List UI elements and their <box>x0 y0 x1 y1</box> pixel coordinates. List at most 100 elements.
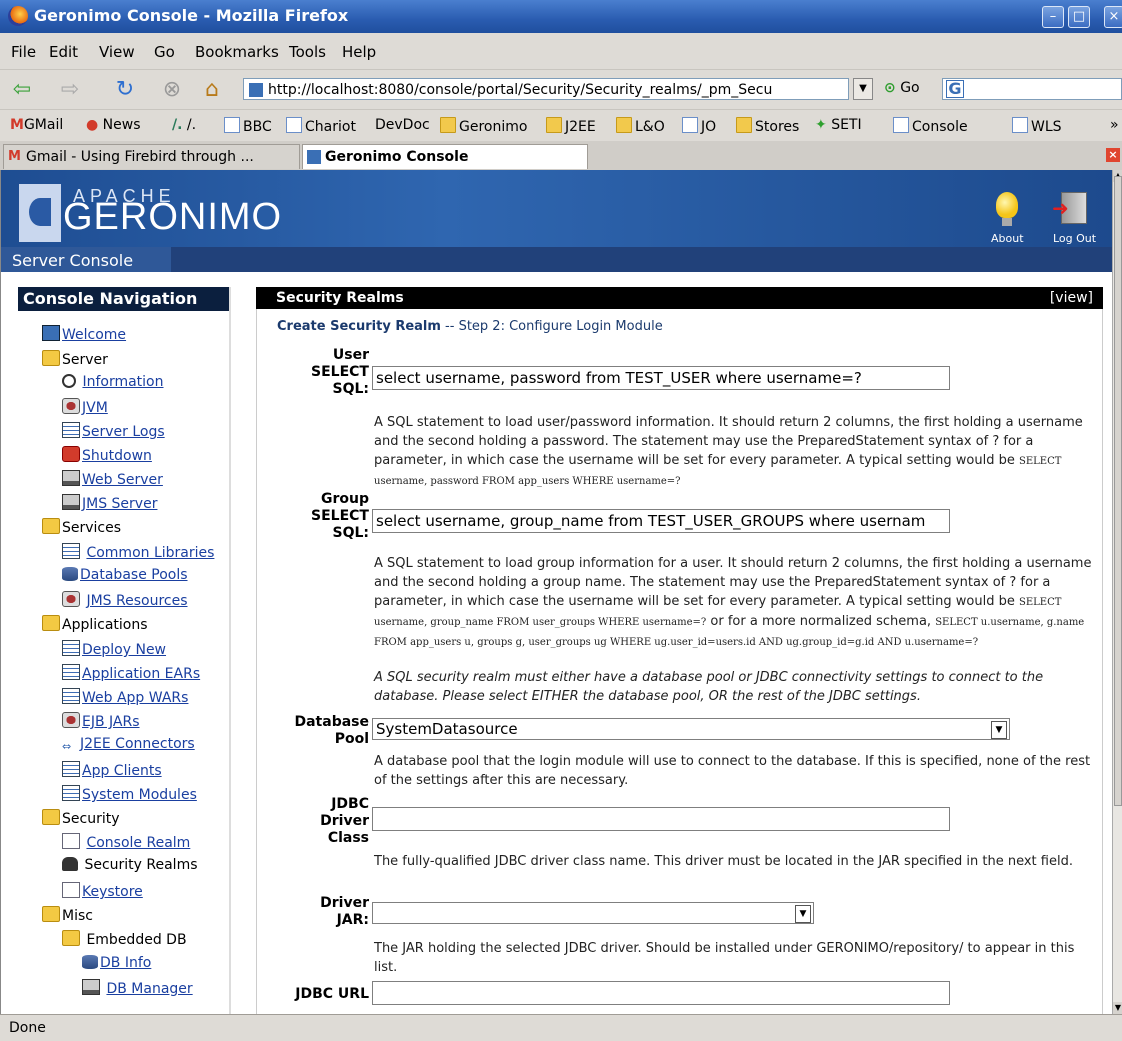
jdbc-driver-class-input[interactable] <box>372 807 950 831</box>
lightbulb-icon[interactable] <box>996 192 1018 226</box>
group-select-sql-input[interactable]: select username, group_name from TEST_US… <box>372 509 950 533</box>
nav-label: Shutdown <box>82 448 152 464</box>
bookmark-jo[interactable]: JO <box>682 117 716 135</box>
go-button[interactable]: ⊙ Go <box>884 80 920 96</box>
maximize-button[interactable]: □ <box>1068 6 1090 28</box>
list-icon <box>62 640 80 656</box>
jdbc-url-input[interactable] <box>372 981 950 1005</box>
home-icon[interactable]: ⌂ <box>200 78 224 102</box>
nav-db-manager[interactable]: DB Manager <box>82 979 193 997</box>
menu-bookmarks[interactable]: Bookmarks <box>195 43 279 61</box>
logout-link[interactable]: Log Out <box>1053 232 1096 245</box>
nav-web-server[interactable]: Web Server <box>62 470 163 488</box>
connector-icon: ⇔ <box>62 740 72 753</box>
nav-web-app-wars[interactable]: Web App WARs <box>62 688 188 706</box>
bookmark-chariot[interactable]: Chariot <box>286 117 356 135</box>
bookmark-slashdot[interactable]: /. /. <box>172 117 196 133</box>
nav-db-info[interactable]: DB Info <box>82 955 151 971</box>
folder-icon <box>736 117 752 133</box>
view-link[interactable]: [view] <box>1050 287 1093 309</box>
nav-welcome[interactable]: Welcome <box>42 325 126 343</box>
step-title-rest: -- Step 2: Configure Login Module <box>440 319 663 334</box>
folder-icon <box>42 518 60 534</box>
bookmark-gmail[interactable]: MGMail <box>10 117 63 133</box>
seti-icon: ✦ <box>815 117 827 133</box>
menu-view[interactable]: View <box>99 43 135 61</box>
nav-keystore[interactable]: Keystore <box>62 882 143 900</box>
close-button[interactable]: × <box>1104 6 1122 28</box>
step-title: Create Security Realm -- Step 2: Configu… <box>277 319 663 334</box>
bookmark-folder-stores[interactable]: Stores <box>736 117 799 135</box>
nav-application-ears[interactable]: Application EARs <box>62 664 200 682</box>
database-pool-label: Database Pool <box>259 714 369 748</box>
nav-database-pools[interactable]: Database Pools <box>62 567 188 583</box>
bookmark-label: Stores <box>755 119 800 135</box>
search-field[interactable]: G <box>942 78 1122 100</box>
page-icon <box>1012 117 1028 133</box>
database-pool-select[interactable]: SystemDatasource ▼ <box>372 718 1010 740</box>
header-banner: APACHE GERONIMO About Log Out <box>1 170 1113 247</box>
nav-server-logs[interactable]: Server Logs <box>62 422 165 440</box>
bookmark-wls[interactable]: WLS <box>1012 117 1062 135</box>
bookmark-folder-geronimo[interactable]: Geronimo <box>440 117 527 135</box>
page-icon <box>224 117 240 133</box>
user-select-sql-input[interactable]: select username, password from TEST_USER… <box>372 366 950 390</box>
logout-icon[interactable] <box>1052 192 1087 224</box>
stop-icon[interactable]: ⊗ <box>160 78 184 102</box>
bookmark-console[interactable]: Console <box>893 117 968 135</box>
bookmark-news[interactable]: ● News <box>86 117 141 133</box>
menu-file[interactable]: File <box>11 43 36 61</box>
nav-label: Web App WARs <box>82 690 189 706</box>
minimize-button[interactable]: – <box>1042 6 1064 28</box>
menu-edit[interactable]: Edit <box>49 43 78 61</box>
bookmark-folder-lo[interactable]: L&O <box>616 117 665 135</box>
about-link[interactable]: About <box>991 232 1024 245</box>
nav-system-modules[interactable]: System Modules <box>62 785 197 803</box>
menu-tools[interactable]: Tools <box>289 43 326 61</box>
nav-label: JMS Server <box>82 496 158 512</box>
close-tab-icon[interactable]: × <box>1106 148 1120 162</box>
nav-console-realm[interactable]: Console Realm <box>62 833 190 851</box>
nav-common-libraries[interactable]: Common Libraries <box>62 543 214 561</box>
reload-icon[interactable]: ↻ <box>113 78 137 102</box>
nav-jvm[interactable]: JVM <box>62 398 108 416</box>
status-text: Done <box>9 1020 46 1036</box>
nav-label: DB Manager <box>106 981 193 997</box>
nav-jms-resources[interactable]: JMS Resources <box>62 591 188 609</box>
scrollbar-thumb[interactable] <box>1114 176 1122 806</box>
chevron-down-icon: ▼ <box>795 905 811 923</box>
url-field[interactable]: http://localhost:8080/console/portal/Sec… <box>243 78 849 100</box>
nav-j2ee-connectors[interactable]: ⇔ J2EE Connectors <box>62 736 195 754</box>
nav-label: JVM <box>82 400 108 416</box>
forward-icon[interactable]: ⇨ <box>58 78 82 102</box>
tab-gmail[interactable]: M Gmail - Using Firebird through ... <box>3 144 300 169</box>
driver-jar-select[interactable]: ▼ <box>372 902 814 924</box>
nav-information[interactable]: Information <box>62 374 164 390</box>
bookmark-folder-j2ee[interactable]: J2EE <box>546 117 596 135</box>
folder-icon <box>42 906 60 922</box>
menu-go[interactable]: Go <box>154 43 175 61</box>
nav-deploy-new[interactable]: Deploy New <box>62 640 166 658</box>
nav-ejb-jars[interactable]: EJB JARs <box>62 712 140 730</box>
tab-label: Gmail - Using Firebird through ... <box>26 149 254 165</box>
nav-label: Applications <box>62 617 148 633</box>
nav-shutdown[interactable]: Shutdown <box>62 446 152 464</box>
menu-help[interactable]: Help <box>342 43 376 61</box>
back-icon[interactable]: ⇦ <box>10 78 34 102</box>
jdbc-note: A SQL security realm must either have a … <box>374 670 1044 704</box>
bookmark-bbc[interactable]: BBC <box>224 117 272 135</box>
vertical-scrollbar[interactable]: ▲ ▼ <box>1112 170 1122 1014</box>
bookmark-seti[interactable]: ✦ SETI <box>815 117 862 133</box>
bookmark-devdoc[interactable]: DevDoc <box>375 117 430 133</box>
navigation-toolbar: ⇦ ⇨ ↻ ⊗ ⌂ http://localhost:8080/console/… <box>0 69 1122 110</box>
nav-app-clients[interactable]: App Clients <box>62 761 162 779</box>
scroll-down-icon[interactable]: ▼ <box>1113 1002 1122 1014</box>
user-select-label: User SELECT SQL: <box>259 347 369 398</box>
label-line: SELECT <box>311 508 369 524</box>
geronimo-icon <box>42 325 60 341</box>
bean-icon <box>62 398 80 414</box>
url-dropdown-button[interactable]: ▼ <box>853 78 873 100</box>
bookmarks-overflow-icon[interactable]: » <box>1110 117 1119 133</box>
tab-geronimo-console[interactable]: Geronimo Console <box>302 144 588 169</box>
nav-jms-server[interactable]: JMS Server <box>62 494 157 512</box>
